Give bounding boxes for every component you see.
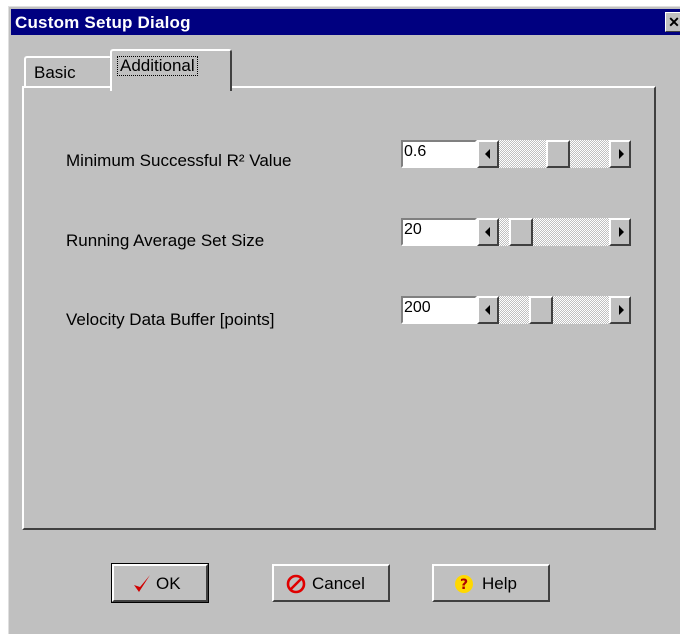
arrow-left-icon bbox=[485, 149, 490, 159]
slider-thumb[interactable] bbox=[546, 140, 571, 168]
close-icon: ✕ bbox=[668, 14, 680, 30]
help-button[interactable]: ? Help bbox=[432, 564, 550, 602]
arrow-left-icon bbox=[485, 227, 490, 237]
scroll-right-button[interactable] bbox=[609, 140, 631, 168]
running-average-label: Running Average Set Size bbox=[66, 231, 265, 250]
arrow-right-icon bbox=[619, 305, 624, 315]
ok-button-label: OK bbox=[156, 574, 181, 593]
question-icon: ? bbox=[455, 575, 473, 593]
scroll-left-button[interactable] bbox=[477, 218, 499, 246]
help-button-label: Help bbox=[482, 574, 517, 593]
velocity-buffer-field[interactable]: 200 bbox=[401, 296, 477, 324]
scroll-right-button[interactable] bbox=[609, 218, 631, 246]
no-entry-icon bbox=[286, 574, 306, 594]
arrow-right-icon bbox=[619, 227, 624, 237]
checkmark-icon bbox=[134, 575, 150, 592]
tab-basic-label: Basic bbox=[34, 63, 76, 82]
velocity-buffer-slider[interactable] bbox=[477, 296, 631, 324]
min-r2-field[interactable]: 0.6 bbox=[401, 140, 477, 168]
svg-text:?: ? bbox=[460, 577, 468, 593]
title-bar[interactable]: Custom Setup Dialog ✕ bbox=[11, 9, 680, 35]
running-average-field[interactable]: 20 bbox=[401, 218, 477, 246]
scroll-left-button[interactable] bbox=[477, 140, 499, 168]
tab-additional-label: Additional bbox=[117, 56, 198, 76]
velocity-buffer-label: Velocity Data Buffer [points] bbox=[66, 310, 275, 329]
slider-thumb[interactable] bbox=[529, 296, 554, 324]
scroll-left-button[interactable] bbox=[477, 296, 499, 324]
cancel-button-label: Cancel bbox=[312, 574, 365, 593]
close-button[interactable]: ✕ bbox=[665, 12, 680, 32]
arrow-right-icon bbox=[619, 149, 624, 159]
tab-basic[interactable]: Basic bbox=[24, 56, 112, 88]
running-average-slider[interactable] bbox=[477, 218, 631, 246]
slider-thumb[interactable] bbox=[509, 218, 534, 246]
scroll-right-button[interactable] bbox=[609, 296, 631, 324]
window-title: Custom Setup Dialog bbox=[15, 13, 191, 32]
ok-button[interactable]: OK bbox=[111, 563, 209, 603]
cancel-button[interactable]: Cancel bbox=[272, 564, 390, 602]
arrow-left-icon bbox=[485, 305, 490, 315]
min-r2-label: Minimum Successful R² Value bbox=[66, 151, 292, 170]
tab-additional[interactable]: Additional bbox=[110, 49, 232, 91]
min-r2-slider[interactable] bbox=[477, 140, 631, 168]
